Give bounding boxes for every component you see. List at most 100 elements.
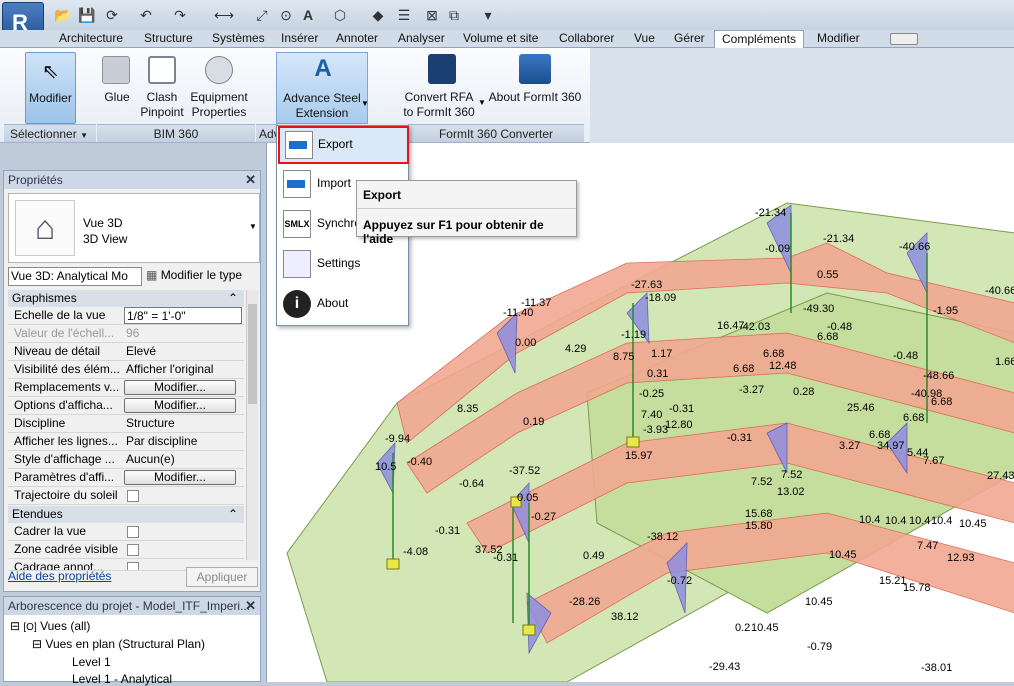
tree-label: Vues (all): [40, 619, 91, 633]
section-graphics[interactable]: Graphismes ⌃: [8, 290, 244, 307]
project-browser-title: Arborescence du projet - Model_ITF_Imper…: [8, 599, 251, 613]
edit-button[interactable]: Modifier...: [124, 398, 236, 413]
instance-filter-dropdown[interactable]: Vue 3D: Analytical Mo: [8, 267, 142, 286]
text-icon[interactable]: A: [300, 7, 316, 23]
modifier-label: Modifier: [29, 91, 72, 105]
tab-annoter[interactable]: Annoter: [336, 30, 378, 48]
menu-label: Settings: [317, 256, 361, 270]
property-value[interactable]: Afficher l'original: [124, 361, 242, 378]
tag-icon[interactable]: ⊙: [278, 7, 294, 23]
load-value-label: 0.00: [515, 337, 536, 349]
about-formit-button[interactable]: About FormIt 360: [486, 52, 584, 122]
tree-item-level1[interactable]: Level 1: [72, 655, 111, 669]
menu-label: Synchro: [317, 216, 362, 230]
tab-architecture[interactable]: Architecture: [59, 30, 123, 48]
properties-panel: Propriétés ✕ ⌂ Vue 3D 3D View ▼ Vue 3D: A…: [3, 170, 261, 592]
load-value-label: 7.67: [923, 455, 944, 467]
menu-item-export[interactable]: Export: [278, 126, 409, 164]
dimension-icon[interactable]: ⤢: [254, 7, 270, 23]
tab-inserer[interactable]: Insérer: [281, 30, 318, 48]
tab-analyser[interactable]: Analyser: [398, 30, 445, 48]
scrollbar-thumb[interactable]: [248, 304, 257, 404]
tree-item-level1-analytical[interactable]: Level 1 - Analytical: [72, 672, 172, 686]
type-selector[interactable]: ⌂ Vue 3D 3D View ▼: [8, 193, 260, 263]
switch-windows-icon[interactable]: ⧉: [446, 7, 462, 23]
property-value[interactable]: Elevé: [124, 343, 242, 360]
property-input[interactable]: 1/8" = 1'-0": [124, 307, 242, 324]
property-value[interactable]: Structure: [124, 415, 242, 432]
checkbox[interactable]: [127, 544, 139, 556]
section-icon[interactable]: ◆: [370, 7, 386, 23]
load-value-label: 6.68: [817, 331, 838, 343]
property-row: Valeur de l'échell... 96: [8, 325, 244, 343]
panel-bim360-title: BIM 360: [97, 124, 255, 142]
properties-scrollbar[interactable]: [246, 290, 258, 560]
clash-label: Clash Pinpoint: [140, 90, 184, 119]
tab-complements[interactable]: Compléments: [714, 30, 805, 49]
load-value-label: 13.02: [777, 486, 805, 498]
properties-help-link[interactable]: Aide des propriétés: [8, 569, 111, 583]
views-icon: [O]: [23, 622, 37, 633]
tab-gerer[interactable]: Gérer: [674, 30, 705, 48]
advance-steel-extension-button[interactable]: A Advance Steel Extension ▼: [276, 52, 369, 124]
load-value-label: -0.72: [667, 575, 692, 587]
checkbox[interactable]: [127, 526, 139, 538]
panel-select-title[interactable]: Sélectionner ▼: [4, 124, 96, 142]
tab-modifier[interactable]: Modifier: [817, 30, 860, 48]
cursor-icon: ⇖: [42, 61, 59, 83]
load-value-label: 6.68: [733, 363, 754, 375]
save-icon[interactable]: 💾: [78, 7, 95, 23]
close-icon[interactable]: ✕: [245, 597, 256, 615]
menu-label: About: [317, 296, 349, 310]
open-icon[interactable]: 📂: [54, 7, 71, 23]
type-name: Vue 3D: [83, 216, 123, 230]
convert-rfa-button[interactable]: Convert RFA to FormIt 360 ▼: [400, 52, 486, 122]
equipment-properties-button[interactable]: Equipment Properties: [188, 52, 250, 122]
tab-collaborer[interactable]: Collaborer: [559, 30, 614, 48]
close-hidden-icon[interactable]: ⊠: [424, 7, 440, 23]
customize-qat-icon[interactable]: ▾: [480, 7, 496, 23]
tab-volume-et-site[interactable]: Volume et site: [463, 30, 538, 48]
edit-button[interactable]: Modifier...: [124, 380, 236, 395]
modifier-button[interactable]: ⇖ Modifier: [25, 52, 76, 124]
load-value-label: -18.09: [645, 292, 676, 304]
checkbox[interactable]: [127, 562, 139, 570]
property-value[interactable]: Aucun(e): [124, 451, 242, 468]
load-value-label: -40.66: [985, 285, 1014, 297]
chevron-down-icon: ▼: [478, 98, 486, 107]
load-value-label: 10.45: [751, 622, 779, 634]
load-value-label: -21.34: [755, 207, 786, 219]
edit-type-button[interactable]: ▦ Modifier le type: [146, 267, 258, 286]
menu-item-settings[interactable]: Settings: [277, 246, 408, 282]
tree-item-plans[interactable]: ⊟ Vues en plan (Structural Plan): [32, 637, 205, 651]
tree-item-views[interactable]: ⊟ [O] Vues (all): [10, 619, 90, 633]
edit-button[interactable]: Modifier...: [124, 470, 236, 485]
apply-button[interactable]: Appliquer: [186, 567, 258, 587]
checkbox[interactable]: [127, 490, 139, 502]
property-row: Niveau de détail Elevé: [8, 343, 244, 361]
sync-icon[interactable]: ⟳: [104, 7, 120, 23]
section-extents[interactable]: Etendues ⌃: [8, 506, 244, 523]
close-icon[interactable]: ✕: [245, 171, 256, 189]
tab-systemes[interactable]: Systèmes: [212, 30, 265, 48]
minimize-ribbon-button[interactable]: [890, 33, 918, 45]
thin-lines-icon[interactable]: ☰: [396, 7, 412, 23]
property-value[interactable]: Par discipline: [124, 433, 242, 450]
undo-icon[interactable]: ↶: [138, 7, 154, 23]
menu-label: Import: [317, 176, 352, 190]
redo-icon[interactable]: ↷: [172, 7, 188, 23]
load-value-label: 6.68: [903, 412, 924, 424]
tab-structure[interactable]: Structure: [144, 30, 193, 48]
load-value-label: 27.43: [987, 470, 1014, 482]
glue-button[interactable]: Glue: [98, 52, 136, 122]
property-key: Echelle de la vue: [14, 308, 106, 322]
tab-vue[interactable]: Vue: [634, 30, 655, 48]
load-value-label: 0.31: [647, 368, 668, 380]
clash-pinpoint-button[interactable]: Clash Pinpoint: [136, 52, 188, 122]
property-key: Cadrer la vue: [14, 524, 87, 538]
menu-item-about[interactable]: i About: [277, 286, 408, 322]
property-key: Discipline: [14, 416, 66, 430]
measure-icon[interactable]: ⟷: [214, 7, 234, 23]
3d-view-icon[interactable]: ⬡: [332, 7, 348, 23]
load-value-label: -49.30: [803, 303, 834, 315]
